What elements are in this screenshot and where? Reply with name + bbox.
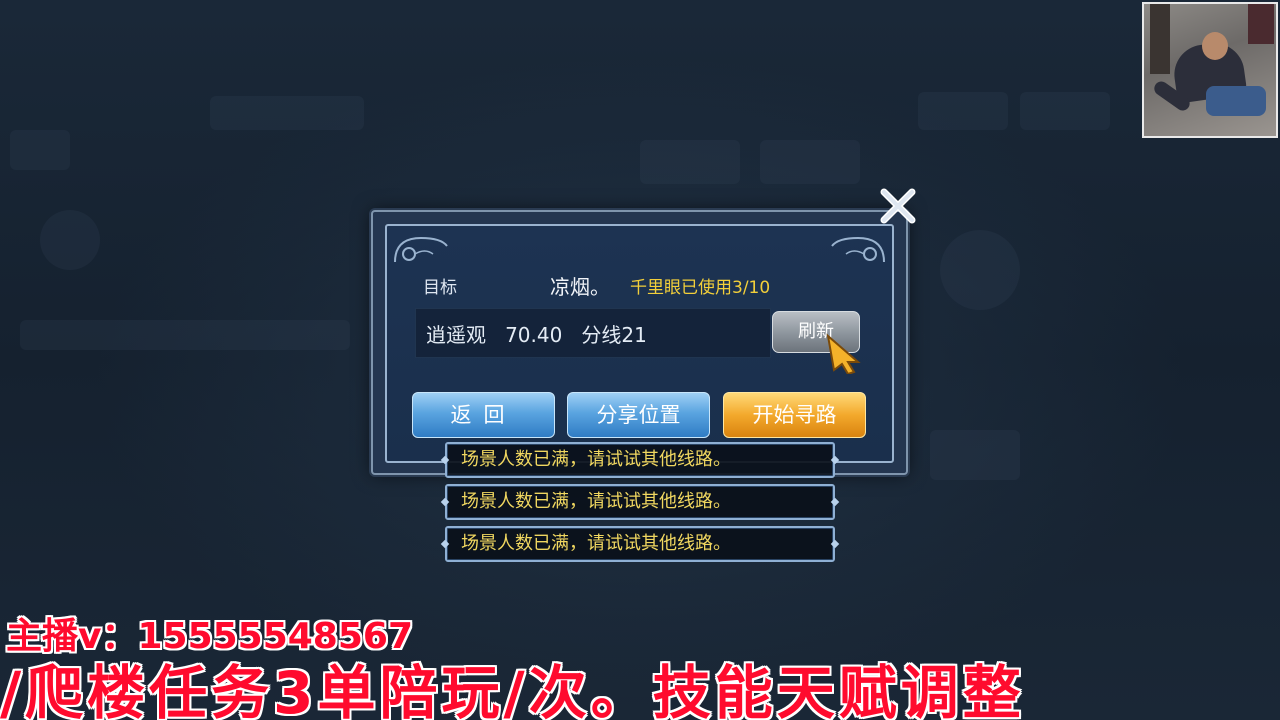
pointer-cursor-icon: [826, 333, 861, 374]
background-panel: [640, 140, 740, 184]
background-panel: [760, 140, 860, 184]
target-label: 目标: [423, 278, 457, 298]
webcam-tree: [1248, 4, 1274, 44]
location-text: 逍遥观 70.40 分线21: [426, 323, 647, 347]
webcam-person-legs: [1206, 86, 1266, 116]
share-location-button[interactable]: 分享位置: [567, 392, 710, 438]
background-panel: [940, 230, 1020, 310]
background-panel: [1020, 92, 1110, 130]
streamer-webcam: [1142, 2, 1278, 138]
toast-message: 场景人数已满，请试试其他线路。: [445, 526, 835, 562]
webcam-tree: [1150, 4, 1170, 74]
background-panel: [930, 430, 1020, 480]
start-pathfinding-button[interactable]: 开始寻路: [723, 392, 866, 438]
game-scene: 目标 凉烟。 千里眼已使用3/10 逍遥观 70.40 分线21 刷新 返回 分…: [0, 0, 1280, 720]
background-panel: [210, 96, 364, 130]
toast-message: 场景人数已满，请试试其他线路。: [445, 442, 835, 478]
usage-counter: 千里眼已使用3/10: [630, 278, 771, 298]
back-button[interactable]: 返回: [412, 392, 555, 438]
close-button[interactable]: [876, 184, 920, 228]
background-panel: [918, 92, 1008, 130]
ornament-icon: [394, 236, 448, 263]
background-panel: [40, 210, 100, 270]
target-player-name: 凉烟。: [550, 275, 610, 299]
services-banner-overlay: /爬楼任务3单陪玩/次。技能天赋调整: [0, 659, 1025, 720]
background-panel: [20, 320, 350, 350]
close-icon: [880, 188, 916, 224]
background-panel: [10, 130, 70, 170]
ornament-icon: [831, 236, 885, 263]
webcam-person-head: [1202, 32, 1228, 60]
toast-message: 场景人数已满，请试试其他线路。: [445, 484, 835, 520]
